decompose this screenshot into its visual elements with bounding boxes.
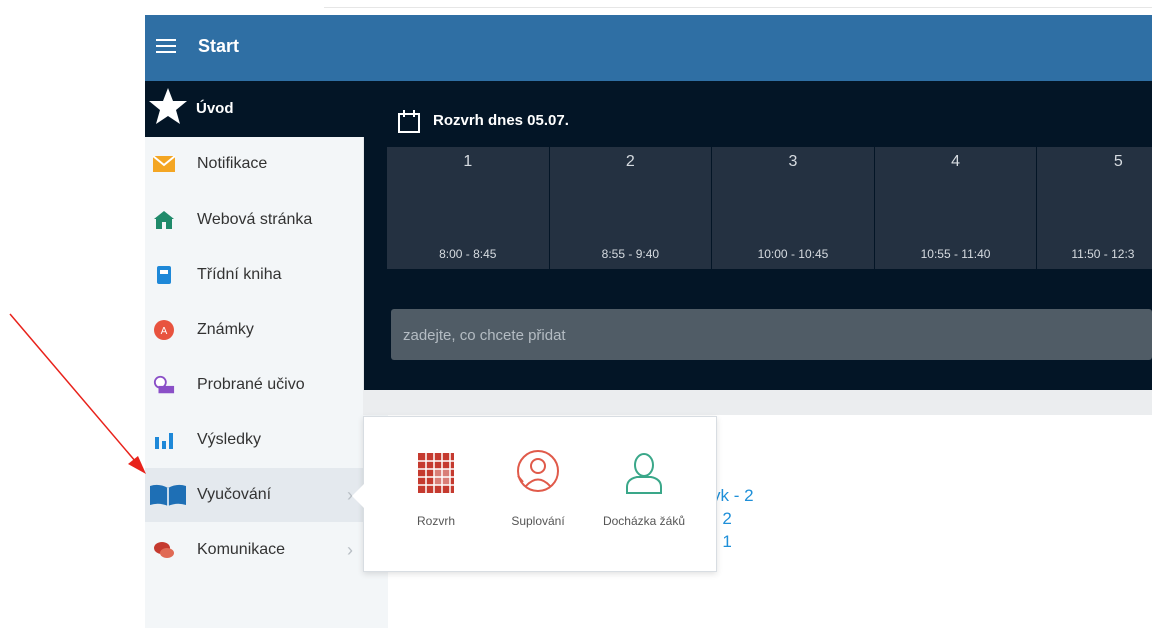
submenu-item-dochazka-zaku[interactable]: Docházka žáků bbox=[592, 449, 696, 528]
sidebar-item-notifikace[interactable]: Notifikace bbox=[145, 137, 363, 191]
substitute-person-icon bbox=[517, 450, 559, 492]
schedule-title: Rozvrh dnes 05.07. bbox=[433, 112, 569, 129]
period-time: 8:55 - 9:40 bbox=[601, 247, 660, 261]
schedule-periods: 1 8:00 - 8:45 2 8:55 - 9:40 3 10:00 - 10… bbox=[387, 147, 1152, 269]
submenu-item-label: Rozvrh bbox=[416, 514, 455, 528]
period-number: 2 bbox=[625, 153, 635, 170]
period-cell[interactable]: 3 10:00 - 10:45 bbox=[712, 147, 875, 269]
star-icon bbox=[149, 88, 187, 124]
period-number: 1 bbox=[463, 153, 473, 170]
sidebar-item-vyucovani[interactable]: Vyučování › bbox=[145, 468, 363, 522]
section-divider bbox=[363, 390, 1152, 415]
sidebar-item-label: Úvod bbox=[196, 100, 234, 117]
annotation-arrow-icon bbox=[9, 313, 146, 474]
chat-icon bbox=[153, 539, 175, 561]
submenu-item-rozvrh[interactable]: Rozvrh bbox=[396, 449, 476, 528]
sidebar-item-webova-stranka[interactable]: Webová stránka bbox=[145, 193, 363, 247]
book-icon bbox=[153, 264, 175, 286]
period-cell[interactable]: 5 11:50 - 12:3 bbox=[1037, 147, 1152, 269]
subject-link[interactable]: yk - 2 bbox=[712, 486, 754, 506]
calendar-grid-icon bbox=[418, 453, 454, 493]
sidebar-item-komunikace[interactable]: Komunikace › bbox=[145, 523, 363, 577]
vyucovani-submenu: Rozvrh Suplování Docházka žáků bbox=[363, 416, 717, 572]
period-cell[interactable]: 2 8:55 - 9:40 bbox=[549, 147, 713, 269]
sidebar-item-vysledky[interactable]: Výsledky bbox=[145, 413, 363, 467]
period-time: 11:50 - 12:3 bbox=[1071, 247, 1135, 261]
sidebar-item-label: Vyučování bbox=[197, 486, 272, 503]
period-cell[interactable]: 4 10:55 - 11:40 bbox=[874, 147, 1038, 269]
sidebar-item-label: Výsledky bbox=[197, 431, 262, 448]
period-time: 10:55 - 11:40 bbox=[920, 247, 991, 261]
sidebar-item-label: Notifikace bbox=[197, 155, 268, 172]
submenu-item-label: Suplování bbox=[511, 514, 565, 528]
sidebar-item-znamky[interactable]: A Známky bbox=[145, 303, 363, 357]
sidebar-item-tridni-kniha[interactable]: Třídní kniha bbox=[145, 248, 363, 302]
period-number: 4 bbox=[951, 153, 960, 170]
chevron-right-icon: › bbox=[347, 539, 353, 560]
top-bar bbox=[145, 15, 1152, 81]
submenu-pointer bbox=[352, 484, 364, 508]
period-number: 5 bbox=[1113, 153, 1123, 170]
sidebar: Notifikace Webová stránka Třídní kniha A… bbox=[145, 137, 364, 628]
header-title[interactable]: Start bbox=[198, 36, 239, 57]
sidebar-item-probrane-ucivo[interactable]: Probrané učivo bbox=[145, 358, 363, 412]
envelope-icon bbox=[153, 153, 175, 175]
submenu-item-label: Docházka žáků bbox=[602, 514, 686, 528]
sidebar-item-label: Webová stránka bbox=[197, 211, 313, 228]
sidebar-item-label: Třídní kniha bbox=[197, 266, 282, 283]
sidebar-item-label: Komunikace bbox=[197, 541, 286, 558]
sidebar-item-label: Probrané učivo bbox=[197, 376, 305, 393]
add-item-placeholder: zadejte, co chcete přidat bbox=[403, 327, 566, 344]
sidebar-item-label: Známky bbox=[197, 321, 254, 338]
svg-text:A: A bbox=[161, 326, 168, 337]
period-time: 10:00 - 10:45 bbox=[757, 247, 829, 261]
person-icon bbox=[626, 453, 662, 494]
home-icon bbox=[153, 209, 175, 231]
calendar-icon bbox=[398, 110, 420, 133]
top-divider bbox=[324, 7, 1152, 8]
period-number: 3 bbox=[788, 153, 798, 170]
submenu-item-suplovani[interactable]: Suplování bbox=[498, 449, 578, 528]
period-time: 8:00 - 8:45 bbox=[439, 247, 497, 261]
hamburger-menu-icon[interactable] bbox=[152, 33, 182, 59]
period-cell[interactable]: 1 8:00 - 8:45 bbox=[387, 147, 550, 269]
